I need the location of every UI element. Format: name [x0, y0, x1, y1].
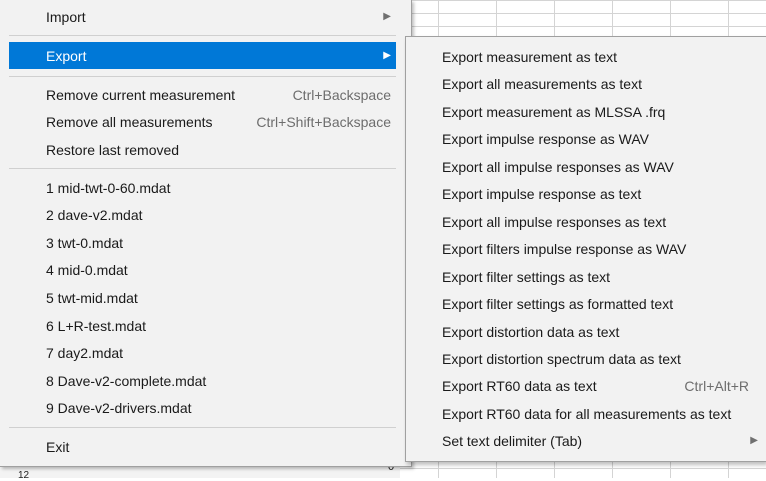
menu-separator — [9, 76, 396, 77]
recent-file-item[interactable]: 5 twt-mid.mdat — [9, 284, 396, 311]
menu-item-restore[interactable]: Restore last removed — [9, 136, 396, 163]
shortcut-text: Ctrl+Shift+Backspace — [256, 113, 391, 130]
menu-item-remove-all[interactable]: Remove all measurements Ctrl+Shift+Backs… — [9, 108, 396, 135]
menu-separator — [9, 427, 396, 428]
export-all-measurements-text-item[interactable]: Export all measurements as text — [406, 70, 766, 97]
menu-item-label: Exit — [46, 438, 70, 455]
export-impulse-text-item[interactable]: Export impulse response as text — [406, 180, 766, 207]
submenu-item-label: Export RT60 data for all measurements as… — [442, 405, 732, 422]
submenu-item-label: Set text delimiter (Tab) — [442, 432, 583, 449]
recent-file-label: 6 L+R-test.mdat — [46, 317, 146, 334]
menu-item-label: Remove all measurements — [46, 113, 213, 130]
recent-file-label: 2 dave-v2.mdat — [46, 206, 143, 223]
menu-item-label: Import — [46, 8, 86, 25]
recent-file-label: 3 twt-0.mdat — [46, 234, 124, 251]
submenu-item-label: Export impulse response as text — [442, 185, 642, 202]
export-rt60-all-item[interactable]: Export RT60 data for all measurements as… — [406, 400, 766, 427]
menu-item-exit[interactable]: Exit — [9, 433, 396, 460]
menu-separator — [9, 35, 396, 36]
menu-item-label: Restore last removed — [46, 141, 180, 158]
submenu-item-label: Export all measurements as text — [442, 75, 642, 92]
recent-file-label: 9 Dave-v2-drivers.mdat — [46, 399, 192, 416]
recent-file-label: 7 day2.mdat — [46, 344, 124, 361]
recent-file-item[interactable]: 4 mid-0.mdat — [9, 256, 396, 283]
export-impulse-wav-item[interactable]: Export impulse response as WAV — [406, 125, 766, 152]
recent-file-item[interactable]: 2 dave-v2.mdat — [9, 201, 396, 228]
export-filter-settings-text-item[interactable]: Export filter settings as text — [406, 263, 766, 290]
export-filters-impulse-wav-item[interactable]: Export filters impulse response as WAV — [406, 235, 766, 262]
submenu-item-label: Export impulse response as WAV — [442, 130, 649, 147]
menu-item-remove-current[interactable]: Remove current measurement Ctrl+Backspac… — [9, 81, 396, 108]
export-distortion-spectrum-item[interactable]: Export distortion spectrum data as text — [406, 345, 766, 372]
export-mlssa-frq-item[interactable]: Export measurement as MLSSA .frq — [406, 98, 766, 125]
menu-item-import[interactable]: Import ▶ — [9, 3, 396, 30]
set-text-delimiter-item[interactable]: Set text delimiter (Tab) ▶ — [406, 427, 766, 454]
shortcut-text: Ctrl+Backspace — [292, 86, 391, 103]
shortcut-text: Ctrl+Alt+R — [684, 377, 749, 394]
chevron-right-icon: ▶ — [750, 435, 758, 446]
submenu-item-label: Export distortion data as text — [442, 323, 620, 340]
file-menu: Import ▶ Export ▶ Remove current measure… — [0, 0, 412, 467]
menu-item-label: Export — [46, 47, 87, 64]
recent-file-label: 5 twt-mid.mdat — [46, 289, 138, 306]
recent-file-item[interactable]: 7 day2.mdat — [9, 339, 396, 366]
recent-file-label: 8 Dave-v2-complete.mdat — [46, 372, 207, 389]
submenu-item-label: Export RT60 data as text — [442, 377, 597, 394]
menu-item-export[interactable]: Export ▶ — [9, 42, 396, 69]
recent-file-item[interactable]: 6 L+R-test.mdat — [9, 312, 396, 339]
chevron-right-icon: ▶ — [383, 11, 391, 22]
export-measurement-text-item[interactable]: Export measurement as text — [406, 43, 766, 70]
export-rt60-text-item[interactable]: Export RT60 data as text Ctrl+Alt+R — [406, 372, 766, 399]
export-submenu: Export measurement as text Export all me… — [405, 36, 766, 462]
submenu-item-label: Export distortion spectrum data as text — [442, 350, 681, 367]
submenu-item-label: Export measurement as MLSSA .frq — [442, 103, 666, 120]
menu-item-label: Remove current measurement — [46, 86, 236, 103]
chevron-right-icon: ▶ — [383, 50, 391, 61]
menu-separator — [9, 168, 396, 169]
submenu-item-label: Export filters impulse response as WAV — [442, 240, 687, 257]
submenu-item-label: Export measurement as text — [442, 48, 618, 65]
recent-file-item[interactable]: 3 twt-0.mdat — [9, 229, 396, 256]
recent-file-label: 1 mid-twt-0-60.mdat — [46, 179, 171, 196]
export-distortion-text-item[interactable]: Export distortion data as text — [406, 318, 766, 345]
export-all-impulse-wav-item[interactable]: Export all impulse responses as WAV — [406, 153, 766, 180]
recent-file-item[interactable]: 8 Dave-v2-complete.mdat — [9, 367, 396, 394]
row-number: 12 — [18, 470, 30, 481]
recent-file-item[interactable]: 9 Dave-v2-drivers.mdat — [9, 394, 396, 421]
recent-file-item[interactable]: 1 mid-twt-0-60.mdat — [9, 174, 396, 201]
submenu-item-label: Export filter settings as text — [442, 268, 611, 285]
export-filter-settings-formatted-item[interactable]: Export filter settings as formatted text — [406, 290, 766, 317]
submenu-item-label: Export all impulse responses as text — [442, 213, 667, 230]
recent-file-label: 4 mid-0.mdat — [46, 261, 128, 278]
submenu-item-label: Export all impulse responses as WAV — [442, 158, 674, 175]
export-all-impulse-text-item[interactable]: Export all impulse responses as text — [406, 208, 766, 235]
submenu-item-label: Export filter settings as formatted text — [442, 295, 674, 312]
